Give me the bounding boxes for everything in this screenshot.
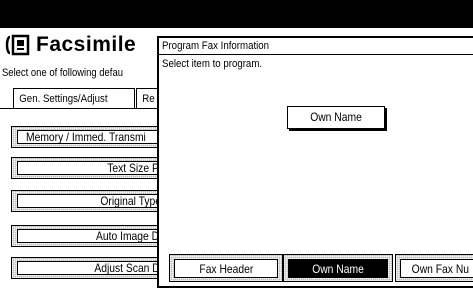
dialog-prompt: Select item to program. bbox=[162, 58, 263, 70]
adjust-scan-density-button[interactable]: Adjust Scan Dens bbox=[11, 257, 171, 279]
fax-header-button[interactable]: Fax Header bbox=[169, 254, 283, 282]
instruction-text: Select one of following defau bbox=[2, 67, 123, 79]
menu-item-label: Memory / Immed. Transmi bbox=[26, 130, 146, 144]
original-type-priority-button[interactable]: Original Type Pri bbox=[11, 190, 171, 212]
own-name-field-button[interactable]: Own Name bbox=[287, 106, 385, 129]
top-status-bar bbox=[0, 0, 473, 28]
tab-label: Re bbox=[142, 93, 155, 105]
app-header: Facsimile bbox=[4, 30, 136, 60]
app-title: Facsimile bbox=[36, 33, 137, 56]
tab-divider bbox=[0, 108, 160, 109]
tab-gen-settings-adjust[interactable]: Gen. Settings/Adjust bbox=[13, 88, 135, 109]
item-selection-strip: Fax Header Own Name Own Fax Nu bbox=[159, 248, 473, 286]
text-size-priority-button[interactable]: Text Size Priori bbox=[11, 157, 171, 179]
auto-image-density-button[interactable]: Auto Image Dens bbox=[11, 225, 171, 247]
tab-label: Gen. Settings/Adjust bbox=[19, 93, 108, 105]
program-fax-information-dialog: Program Fax Information Select item to p… bbox=[157, 36, 473, 288]
own-name-button[interactable]: Own Name bbox=[283, 254, 393, 282]
fax-machine-icon bbox=[4, 34, 30, 56]
memory-immed-transmission-button[interactable]: Memory / Immed. Transmi bbox=[11, 126, 171, 148]
own-fax-number-button[interactable]: Own Fax Nu bbox=[395, 254, 473, 282]
dialog-title: Program Fax Information bbox=[159, 38, 473, 55]
